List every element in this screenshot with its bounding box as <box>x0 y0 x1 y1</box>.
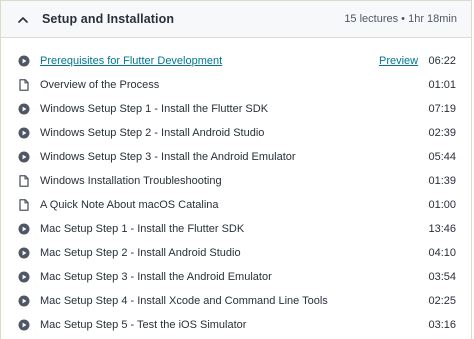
section-header[interactable]: Setup and Installation 15 lectures • 1hr… <box>1 1 471 38</box>
play-circle-icon <box>18 127 30 139</box>
lecture-duration: 01:00 <box>428 199 456 211</box>
file-text-icon <box>18 79 30 91</box>
chevron-up-icon[interactable] <box>18 14 28 24</box>
lecture-duration: 06:22 <box>428 55 456 67</box>
curriculum-section: Setup and Installation 15 lectures • 1hr… <box>0 0 472 339</box>
lecture-title: Mac Setup Step 2 - Install Android Studi… <box>40 247 241 259</box>
lecture-title: Windows Setup Step 2 - Install Android S… <box>40 127 265 139</box>
lecture-duration: 03:16 <box>428 319 456 331</box>
lecture-row[interactable]: Windows Setup Step 1 - Install the Flutt… <box>1 97 471 121</box>
lecture-title: Mac Setup Step 4 - Install Xcode and Com… <box>40 295 328 307</box>
lecture-title: Windows Installation Troubleshooting <box>40 175 222 187</box>
lecture-row[interactable]: Windows Setup Step 2 - Install Android S… <box>1 121 471 145</box>
lecture-duration: 02:39 <box>428 127 456 139</box>
lecture-row[interactable]: Mac Setup Step 4 - Install Xcode and Com… <box>1 289 471 313</box>
lecture-row[interactable]: A Quick Note About macOS Catalina 01:00 <box>1 193 471 217</box>
lecture-title: Mac Setup Step 5 - Test the iOS Simulato… <box>40 319 247 331</box>
lecture-row[interactable]: Mac Setup Step 2 - Install Android Studi… <box>1 241 471 265</box>
lecture-row[interactable]: Mac Setup Step 5 - Test the iOS Simulato… <box>1 313 471 337</box>
lecture-title[interactable]: Prerequisites for Flutter Development <box>40 54 222 68</box>
lecture-duration: 05:44 <box>428 151 456 163</box>
lecture-row[interactable]: Overview of the Process 01:01 <box>1 73 471 97</box>
play-circle-icon <box>18 151 30 163</box>
lecture-title: Windows Setup Step 1 - Install the Flutt… <box>40 103 269 115</box>
lecture-duration: 02:25 <box>428 295 456 307</box>
play-circle-icon <box>18 319 30 331</box>
lecture-row[interactable]: Prerequisites for Flutter Development Pre… <box>1 49 471 73</box>
lecture-title: A Quick Note About macOS Catalina <box>40 199 219 211</box>
lecture-row[interactable]: Windows Installation Troubleshooting 01:3… <box>1 169 471 193</box>
lecture-duration: 01:39 <box>428 175 456 187</box>
lecture-duration: 07:19 <box>428 103 456 115</box>
lecture-duration: 13:46 <box>428 223 456 235</box>
play-circle-icon <box>18 55 30 67</box>
lecture-title: Windows Setup Step 3 - Install the Andro… <box>40 151 296 163</box>
lecture-row[interactable]: Mac Setup Step 1 - Install the Flutter S… <box>1 217 471 241</box>
play-circle-icon <box>18 295 30 307</box>
play-circle-icon <box>18 247 30 259</box>
file-text-icon <box>18 175 30 187</box>
file-text-icon <box>18 199 30 211</box>
lecture-duration: 03:54 <box>428 271 456 283</box>
lecture-duration: 01:01 <box>428 79 456 91</box>
lecture-title: Mac Setup Step 3 - Install the Android E… <box>40 271 272 283</box>
play-circle-icon <box>18 103 30 115</box>
lecture-row[interactable]: Mac Setup Step 3 - Install the Android E… <box>1 265 471 289</box>
section-title: Setup and Installation <box>42 12 175 26</box>
lecture-list: Prerequisites for Flutter Development Pre… <box>1 49 471 337</box>
lecture-title: Mac Setup Step 1 - Install the Flutter S… <box>40 223 245 235</box>
lecture-duration: 04:10 <box>428 247 456 259</box>
play-circle-icon <box>18 223 30 235</box>
section-meta: 15 lectures • 1hr 18min <box>344 13 457 25</box>
lecture-title: Overview of the Process <box>40 79 160 91</box>
preview-link[interactable]: Preview <box>379 54 418 68</box>
lecture-row[interactable]: Windows Setup Step 3 - Install the Andro… <box>1 145 471 169</box>
play-circle-icon <box>18 271 30 283</box>
